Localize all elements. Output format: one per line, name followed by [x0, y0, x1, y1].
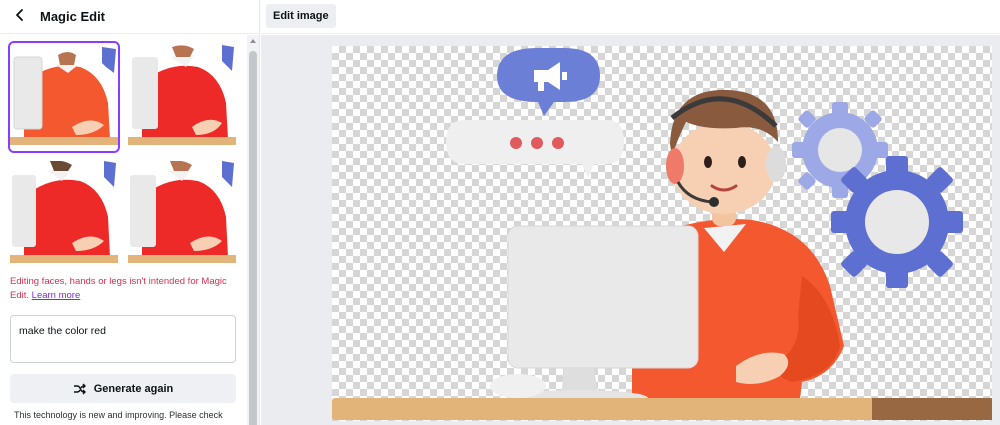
result-thumbnail-1[interactable]	[8, 41, 120, 153]
image-canvas[interactable]	[332, 46, 992, 421]
result-image-3	[10, 161, 118, 269]
edit-image-button[interactable]: Edit image	[266, 4, 336, 28]
back-button[interactable]	[10, 7, 30, 27]
prompt-input[interactable]	[10, 315, 236, 363]
disclaimer-text: This technology is new and improving. Pl…	[14, 410, 223, 420]
desk-edge	[872, 398, 992, 420]
result-image-1	[10, 43, 118, 151]
editor-toolbar: Edit image	[261, 0, 1000, 34]
result-image-2	[128, 43, 236, 151]
learn-more-link[interactable]: Learn more	[32, 290, 81, 301]
result-image-4	[128, 161, 236, 269]
panel-scroll-area: Editing faces, hands or legs isn't inten…	[0, 35, 246, 425]
result-thumbnail-2[interactable]	[128, 43, 236, 151]
canvas-illustration	[332, 48, 992, 420]
panel-scrollbar[interactable]	[247, 35, 259, 425]
gear-large	[831, 156, 963, 288]
chevron-left-icon	[15, 8, 25, 26]
scrollbar-thumb[interactable]	[249, 51, 257, 425]
result-thumbnail-3[interactable]	[10, 161, 118, 269]
panel-header: Magic Edit	[0, 0, 259, 34]
result-thumbnail-4[interactable]	[128, 161, 236, 269]
shuffle-icon	[73, 383, 86, 395]
megaphone-bubble	[497, 48, 600, 116]
result-grid	[8, 41, 238, 271]
warning-message: Editing faces, hands or legs isn't inten…	[10, 275, 238, 303]
typing-bubble	[446, 120, 624, 178]
generate-again-button[interactable]: Generate again	[10, 374, 236, 403]
editor-workspace	[261, 35, 1000, 425]
generate-again-label: Generate again	[93, 382, 174, 395]
scroll-up-icon[interactable]	[250, 39, 256, 43]
magic-edit-panel: Magic Edit Editing faces, hands or legs …	[0, 0, 260, 425]
panel-title: Magic Edit	[40, 9, 106, 24]
